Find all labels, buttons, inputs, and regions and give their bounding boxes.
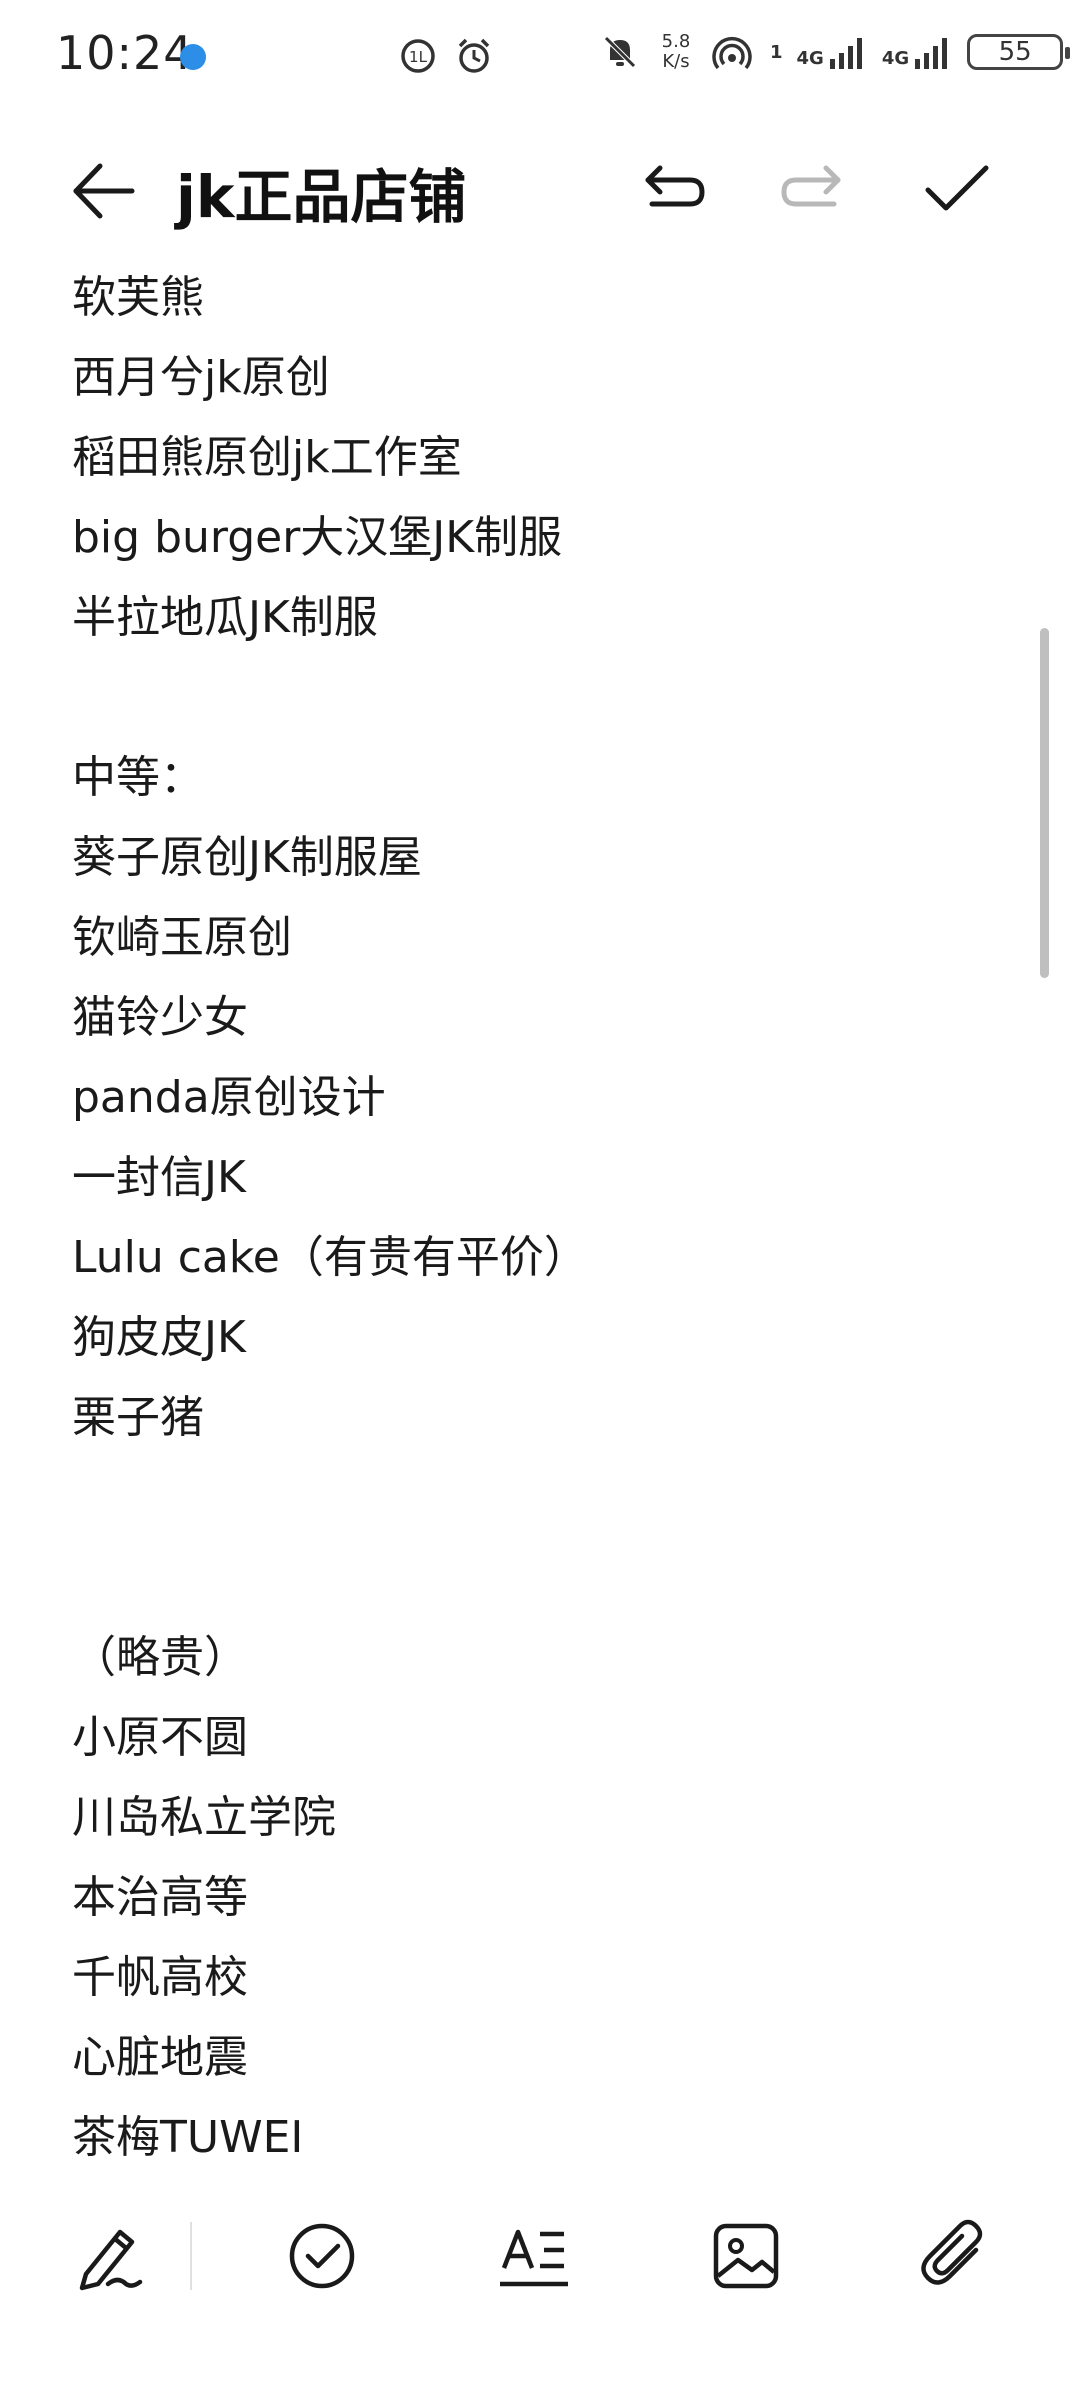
note-line[interactable]: 狗皮皮JK [72, 1298, 1012, 1378]
note-line[interactable] [72, 1538, 1012, 1618]
note-line[interactable]: 稻田熊原创jk工作室 [72, 418, 1012, 498]
pen-handwriting-icon [79, 2229, 143, 2291]
text-format-icon [500, 2229, 568, 2287]
note-line[interactable]: 栗子猪 [72, 1378, 1012, 1458]
note-line[interactable]: panda原创设计 [72, 1058, 1012, 1138]
undo-button[interactable] [638, 160, 708, 220]
note-line[interactable]: 千帆高校 [72, 1938, 1012, 2018]
insert-image-button[interactable] [708, 2218, 784, 2294]
status-time: 10:24 [56, 26, 194, 80]
back-button[interactable] [68, 156, 138, 226]
toolbar-divider [190, 2222, 192, 2290]
note-line[interactable]: 茶梅TUWEI [72, 2098, 1012, 2178]
note-body[interactable]: 软芙熊 西月兮jk原创 稻田熊原创jk工作室 big burger大汉堡JK制服 半拉地… [72, 258, 1012, 2178]
note-line[interactable]: 川岛私立学院 [72, 1778, 1012, 1858]
bottom-toolbar [0, 2196, 1080, 2316]
signal-4g-icon-2: 4G [882, 35, 953, 69]
mute-bell-icon [600, 32, 640, 72]
attachment-button[interactable] [918, 2218, 994, 2294]
note-line[interactable]: 小原不圆 [72, 1698, 1012, 1778]
note-line[interactable]: 西月兮jk原创 [72, 338, 1012, 418]
note-line[interactable]: 心脏地震 [72, 2018, 1012, 2098]
note-line[interactable]: 钦崎玉原创 [72, 898, 1012, 978]
note-line[interactable] [72, 1458, 1012, 1538]
network-speed: 5.8 K/s [661, 31, 691, 72]
paperclip-icon [921, 2219, 983, 2285]
note-title[interactable]: jk正品店铺 [176, 150, 466, 234]
note-line[interactable]: 葵子原创JK制服屋 [72, 818, 1012, 898]
note-line[interactable]: 中等： [72, 738, 1012, 818]
status-icons-mid: 1L [398, 36, 494, 76]
note-line[interactable]: 半拉地瓜JK制服 [72, 578, 1012, 658]
redo-button[interactable] [778, 160, 848, 220]
hotspot-icon [712, 32, 756, 72]
data-saver-icon: 1L [398, 36, 438, 76]
status-icons-right: 5.8 K/s 1 4G 4G 55 [600, 32, 1080, 72]
hotspot-count: 1 [770, 41, 783, 63]
note-line[interactable]: 猫铃少女 [72, 978, 1012, 1058]
scrollbar-thumb[interactable] [1040, 628, 1049, 978]
text-format-button[interactable] [496, 2218, 572, 2294]
note-line[interactable]: 软芙熊 [72, 258, 1012, 338]
note-line[interactable]: Lulu cake（有贵有平价） [72, 1218, 1012, 1298]
status-bar: 10:24 1L 5.8 K/s 1 4G 4G 55 [0, 0, 1080, 110]
note-line[interactable]: 本治高等 [72, 1858, 1012, 1938]
note-toolbar: jk正品店铺 [0, 130, 1080, 250]
note-line[interactable]: 一封信JK [72, 1138, 1012, 1218]
note-line[interactable] [72, 658, 1012, 738]
app-notification-dot-icon [180, 44, 206, 70]
checkmark-icon [925, 165, 989, 211]
battery-icon: 55 [967, 34, 1071, 70]
back-arrow-icon [73, 163, 135, 219]
signal-4g-icon-1: 4G [797, 35, 868, 69]
svg-text:1L: 1L [409, 48, 428, 66]
undo-icon [645, 165, 705, 207]
image-icon [713, 2223, 779, 2289]
handwriting-button[interactable] [72, 2218, 148, 2294]
checklist-button[interactable] [284, 2218, 360, 2294]
alarm-icon [454, 36, 494, 76]
check-circle-icon [289, 2223, 355, 2289]
note-line[interactable]: big burger大汉堡JK制服 [72, 498, 1012, 578]
save-check-button[interactable] [922, 160, 992, 220]
redo-icon [781, 165, 841, 207]
note-line[interactable]: （略贵） [72, 1618, 1012, 1698]
